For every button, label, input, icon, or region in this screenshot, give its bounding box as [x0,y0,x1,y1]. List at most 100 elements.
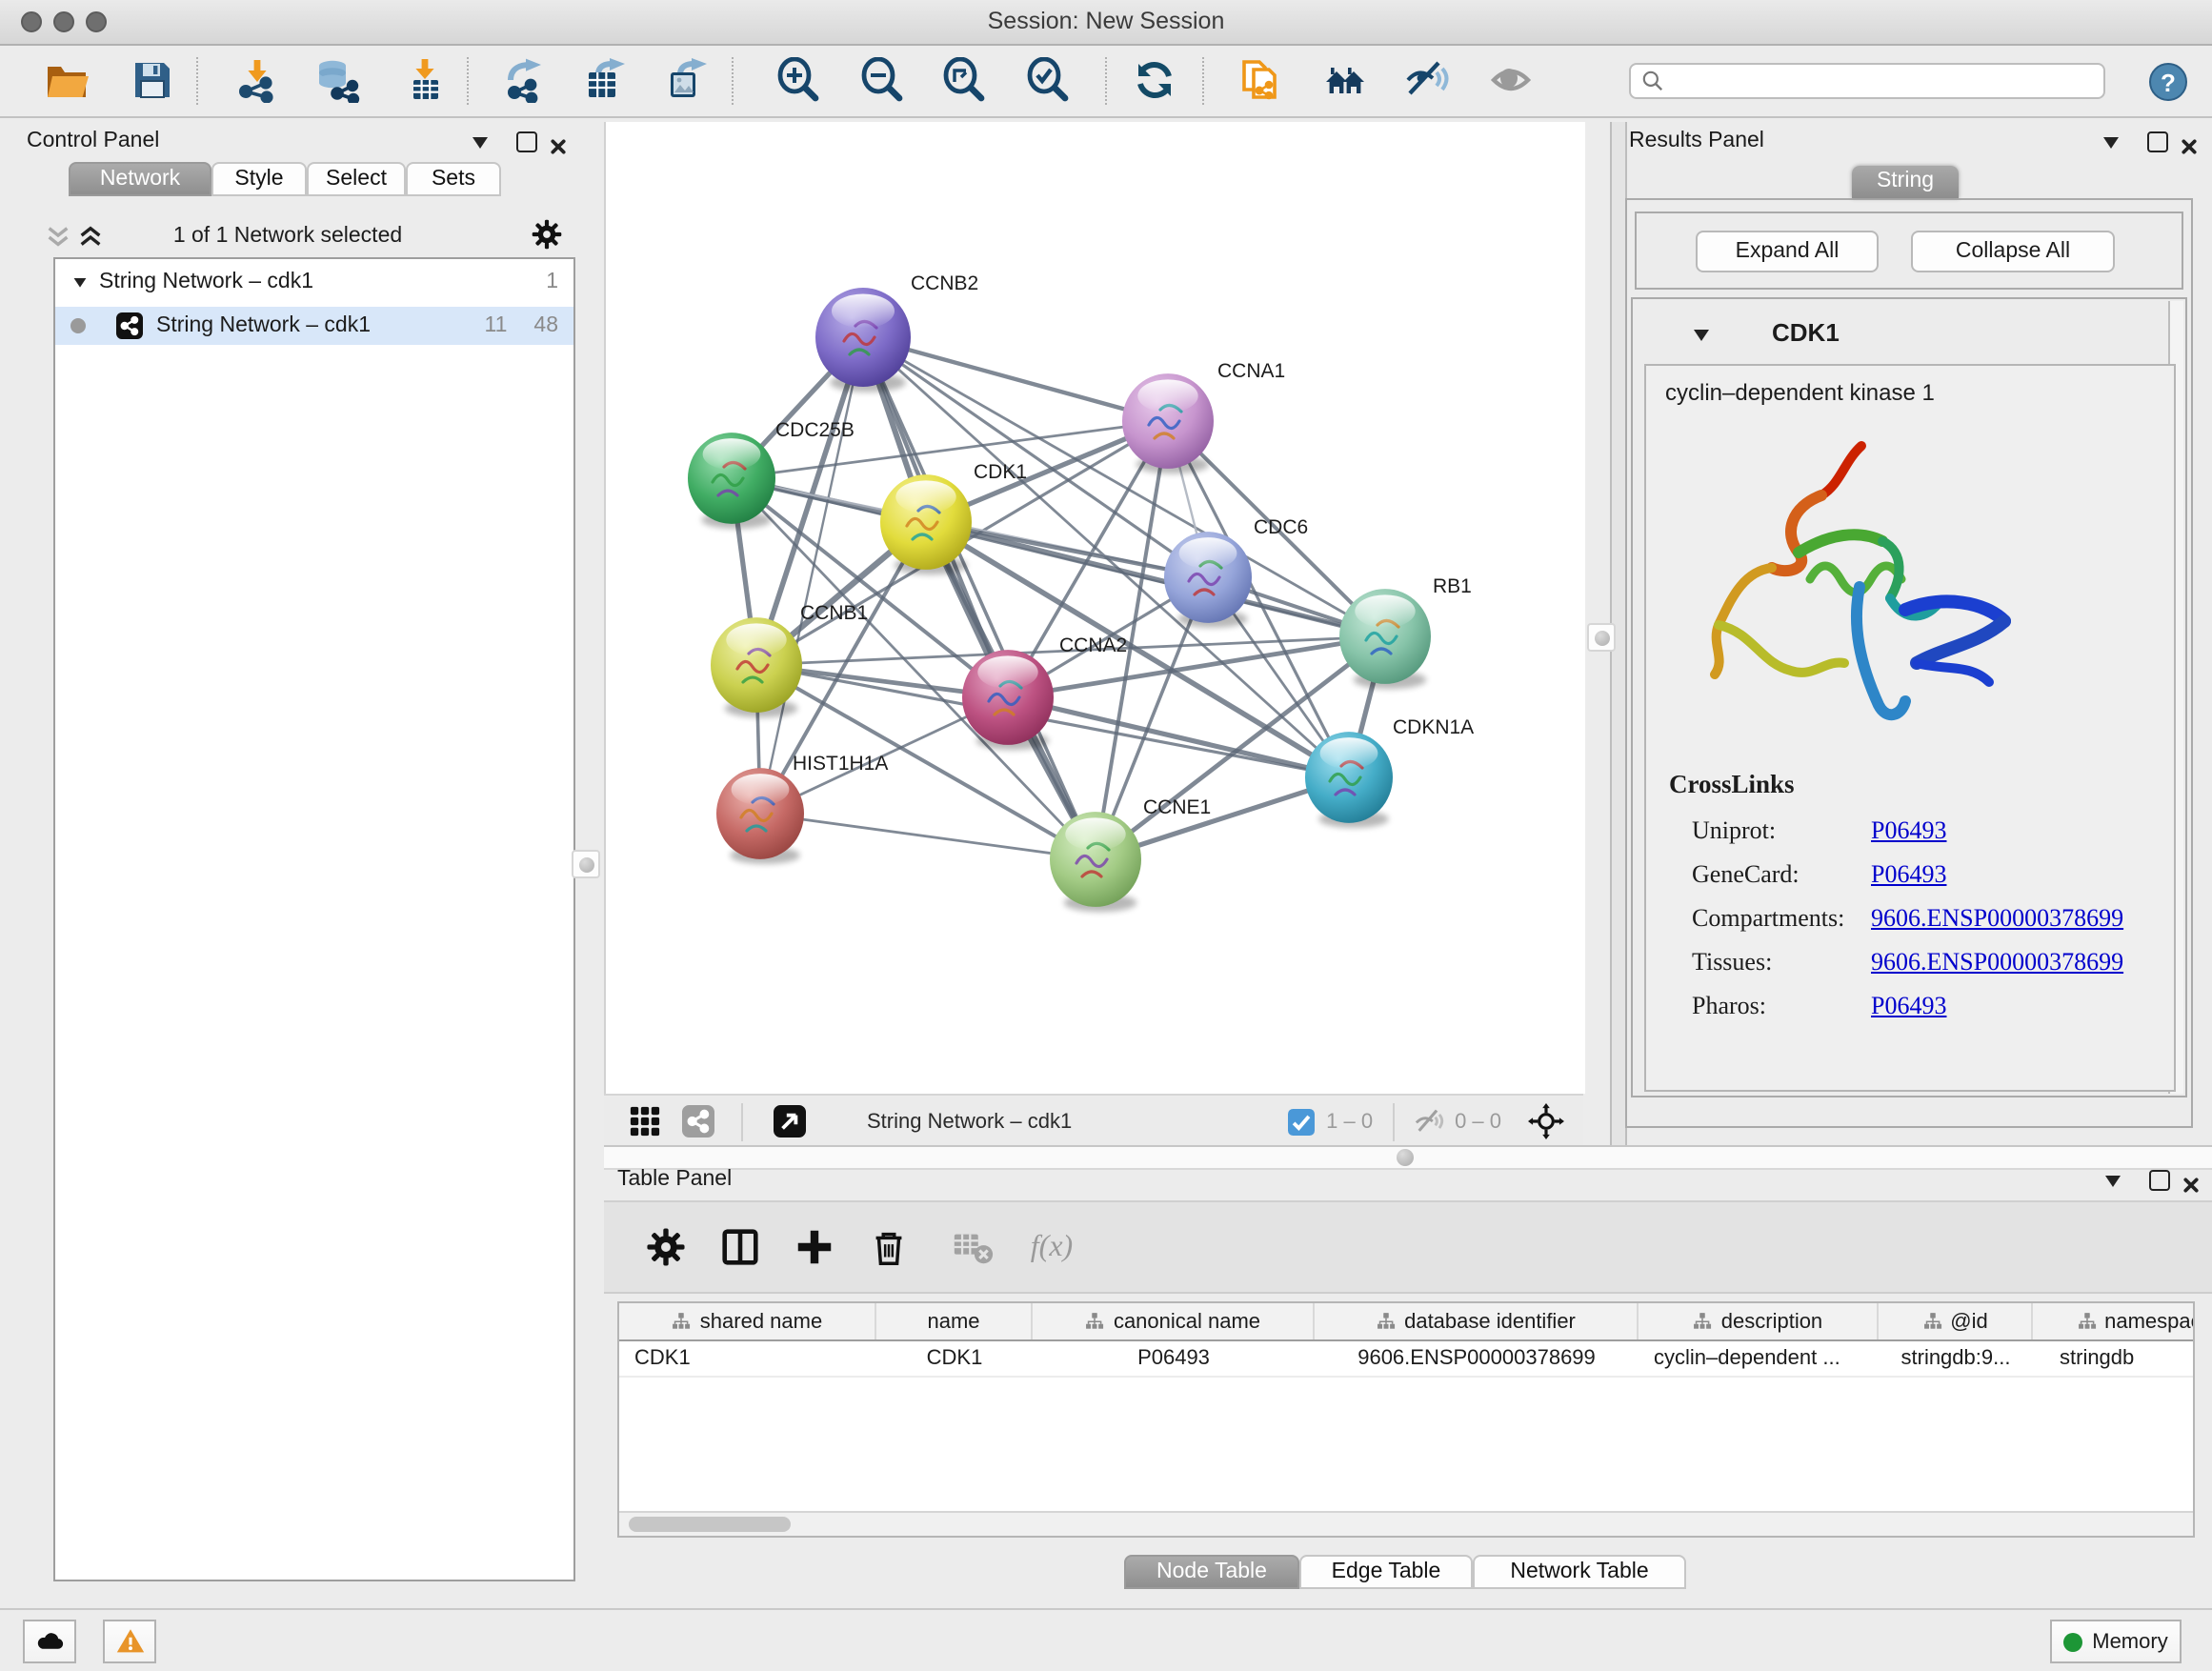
help-button[interactable]: ? [2149,63,2187,101]
control-panel-title: Control Panel [27,130,159,152]
gene-detail-card: cyclin–dependent kinase 1 [1644,364,2176,1092]
export-network-button[interactable] [499,55,549,105]
zoom-in-button[interactable] [774,55,823,105]
results-scroll-card: CDK1 cyclin–dependent kinase 1 [1631,297,2187,1097]
results-panel-float-icon[interactable] [2147,131,2168,152]
gene-section-caret[interactable] [1694,330,1709,349]
show-columns-button[interactable] [711,1218,768,1276]
results-panel-title: Results Panel [1629,130,1764,152]
import-network-button[interactable] [232,55,282,105]
table-panel-float-icon[interactable] [2149,1170,2170,1191]
tab-string[interactable]: String [1852,166,1959,198]
search-input[interactable] [1665,68,2073,94]
column-header-description[interactable]: description [1639,1303,1879,1339]
tab-network[interactable]: Network [69,162,211,196]
birdseye-toggle-button[interactable] [1486,55,1536,105]
network-canvas[interactable]: CCNB2CCNA1CDC25BCDK1CDC6RB1CCNB1CCNA2CDK… [604,122,1585,1094]
export-table-button[interactable] [581,55,631,105]
table-settings-button[interactable] [636,1218,694,1276]
add-column-button[interactable] [785,1218,842,1276]
export-image-button[interactable] [663,55,713,105]
table-tabs: Node TableEdge TableNetwork Table [1124,1555,1686,1589]
save-session-button[interactable] [128,55,177,105]
tab-node-table[interactable]: Node Table [1124,1555,1299,1589]
show-hide-details-button[interactable] [1402,55,1452,105]
crosslink-link[interactable]: 9606.ENSP00000378699 [1871,946,2123,976]
zoom-fit-button[interactable] [939,55,989,105]
column-header-shared-name[interactable]: shared name [619,1303,876,1339]
crosslink-label: Pharos: [1692,990,1871,1020]
string-network-graph[interactable]: CCNB2CCNA1CDC25BCDK1CDC6RB1CCNB1CCNA2CDK… [606,122,1585,1094]
tab-edge-table[interactable]: Edge Table [1299,1555,1473,1589]
results-panel-close-icon[interactable] [2180,131,2199,166]
network-collection-row[interactable]: String Network – cdk1 1 [55,259,573,297]
selected-checkbox-icon[interactable] [1288,1108,1315,1135]
crosslink-link[interactable]: P06493 [1871,815,1946,845]
expand-all-button[interactable]: Expand All [1696,231,1879,272]
crosslink-link[interactable]: 9606.ENSP00000378699 [1871,902,2123,933]
column-header-database-identifier[interactable]: database identifier [1315,1303,1639,1339]
clone-network-button[interactable] [1235,55,1284,105]
network-edge-count: 48 [533,314,558,337]
zoom-selected-button[interactable] [1023,55,1073,105]
toolbar-search[interactable] [1629,63,2105,99]
tab-network-table[interactable]: Network Table [1473,1555,1686,1589]
tab-style[interactable]: Style [211,162,307,196]
grid-view-icon[interactable] [629,1105,661,1137]
column-header-canonical-name[interactable]: canonical name [1033,1303,1315,1339]
refresh-icon [1132,57,1177,103]
table-panel-menu-caret[interactable] [2105,1176,2121,1195]
open-in-window-icon[interactable] [774,1105,806,1137]
import-table-button[interactable] [400,55,450,105]
tab-select[interactable]: Select [307,162,406,196]
crosslink-row: Pharos:P06493 [1692,983,2168,1027]
table-horizontal-scrollbar[interactable] [619,1511,2193,1536]
table-row[interactable]: CDK1CDK1P064939606.ENSP00000378699cyclin… [619,1341,2193,1378]
crosslink-row: GeneCard:P06493 [1692,852,2168,896]
column-header-name[interactable]: name [876,1303,1033,1339]
control-panel-close-icon[interactable] [549,131,568,166]
refresh-button[interactable] [1130,55,1179,105]
toolbar-separator [732,57,734,105]
control-panel-float-icon[interactable] [516,131,537,152]
network-share-badge-icon[interactable] [682,1105,714,1137]
protein-structure-image [1677,419,2039,762]
open-file-button[interactable] [42,55,91,105]
right-splitter-handle[interactable] [1587,623,1616,652]
tab-sets[interactable]: Sets [406,162,501,196]
collection-expander-caret[interactable] [74,278,87,293]
crosslink-link[interactable]: P06493 [1871,858,1946,889]
cloud-status-button[interactable] [23,1620,76,1663]
left-splitter-handle[interactable] [572,850,600,878]
table-panel-close-icon[interactable] [2182,1170,2201,1204]
application-window: Session: New Session [0,0,2212,1671]
crosslink-row: Tissues:9606.ENSP00000378699 [1692,939,2168,983]
navigator-crosshair-icon[interactable] [1528,1103,1564,1139]
hidden-node-edge-counts: 0 – 0 [1455,1110,1501,1133]
gene-name-heading: CDK1 [1772,318,1840,347]
collapse-all-button[interactable]: Collapse All [1911,231,2115,272]
scrollbar-thumb[interactable] [629,1517,791,1532]
results-buttons-card: Expand All Collapse All [1635,211,2183,290]
network-row-selected[interactable]: String Network – cdk1 11 48 [55,307,573,345]
crosslink-link[interactable]: P06493 [1871,990,1946,1020]
warnings-button[interactable] [103,1620,156,1663]
results-panel-menu-caret[interactable] [2103,137,2119,156]
network-list: String Network – cdk1 1 String Network –… [53,257,575,1581]
control-panel-menu-caret[interactable] [473,137,488,156]
table-cell: cyclin–dependent ... [1639,1341,1879,1376]
svg-text:CCNA2: CCNA2 [1059,634,1127,656]
table-cell: CDK1 [876,1341,1033,1376]
delete-column-button[interactable] [859,1218,916,1276]
node-table[interactable]: shared namenamecanonical namedatabase id… [617,1301,2195,1538]
string-home-button[interactable] [1320,55,1370,105]
column-header-namespace[interactable]: namespace [2033,1303,2195,1339]
svg-text:CDKN1A: CDKN1A [1393,716,1474,738]
memory-button[interactable]: Memory [2050,1620,2182,1663]
status-bar: Memory [0,1608,2212,1671]
column-header-@id[interactable]: @id [1879,1303,2033,1339]
zoom-out-button[interactable] [857,55,907,105]
network-options-gear-icon[interactable] [530,217,564,252]
import-network-from-database-button[interactable] [312,55,362,105]
eye-slash-icon [1404,57,1450,103]
